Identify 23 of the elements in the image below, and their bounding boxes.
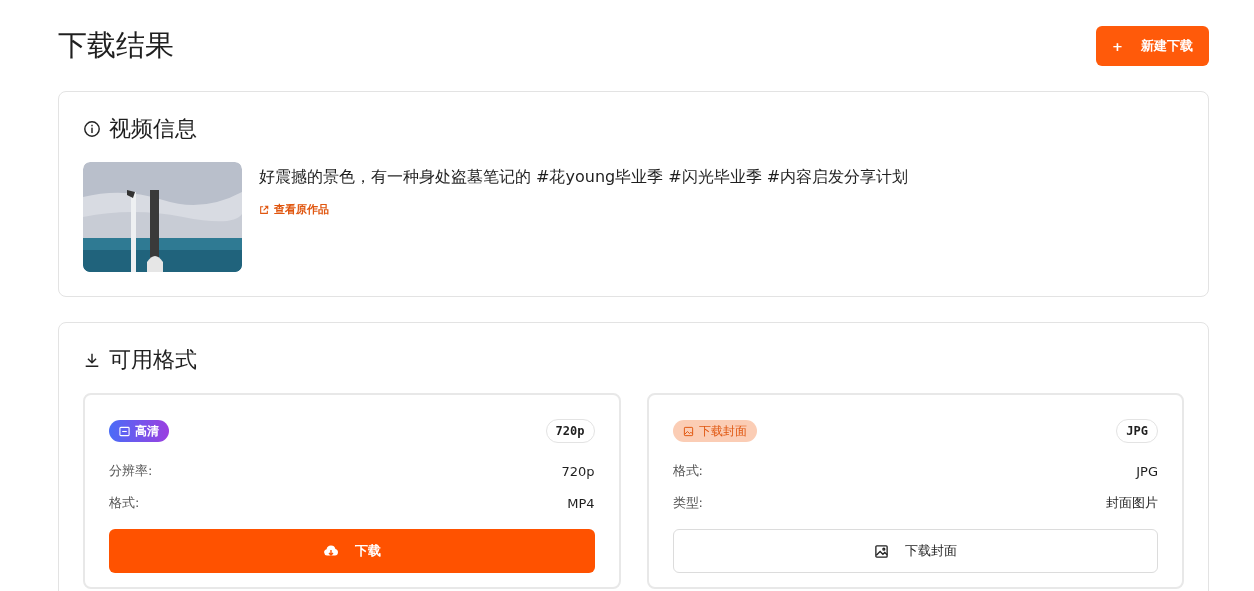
quality-badge: 下载封面 xyxy=(672,420,757,442)
field-value: MP4 xyxy=(567,495,595,511)
video-description: 好震撼的景色，有一种身处盗墓笔记的 #花young毕业季 #闪光毕业季 #内容启发分享计划 xyxy=(259,167,909,188)
view-original-link[interactable]: 查看原作品 xyxy=(259,202,329,217)
field-label: 格式: xyxy=(672,462,703,480)
section-heading: 视频信息 xyxy=(109,115,197,143)
page-title: 下载结果 xyxy=(58,27,174,64)
info-icon xyxy=(83,120,101,138)
cloud-download-icon xyxy=(322,543,339,559)
field-label: 格式: xyxy=(109,494,140,512)
download-button[interactable]: 下载封面 xyxy=(672,529,1158,573)
quality-badge: 高清 xyxy=(109,420,169,442)
field-label: 类型: xyxy=(672,494,703,512)
section-heading: 可用格式 xyxy=(109,346,197,374)
field-value: 封面图片 xyxy=(1106,494,1158,512)
download-button[interactable]: 下载 xyxy=(109,529,595,573)
field-value: 720p xyxy=(561,463,595,479)
external-link-icon xyxy=(259,204,269,215)
field-value: JPG xyxy=(1136,463,1158,479)
download-icon xyxy=(83,351,101,369)
field-label: 分辨率: xyxy=(109,462,153,480)
new-download-button[interactable]: + 新建下载 xyxy=(1096,26,1209,66)
image-icon xyxy=(873,543,889,559)
